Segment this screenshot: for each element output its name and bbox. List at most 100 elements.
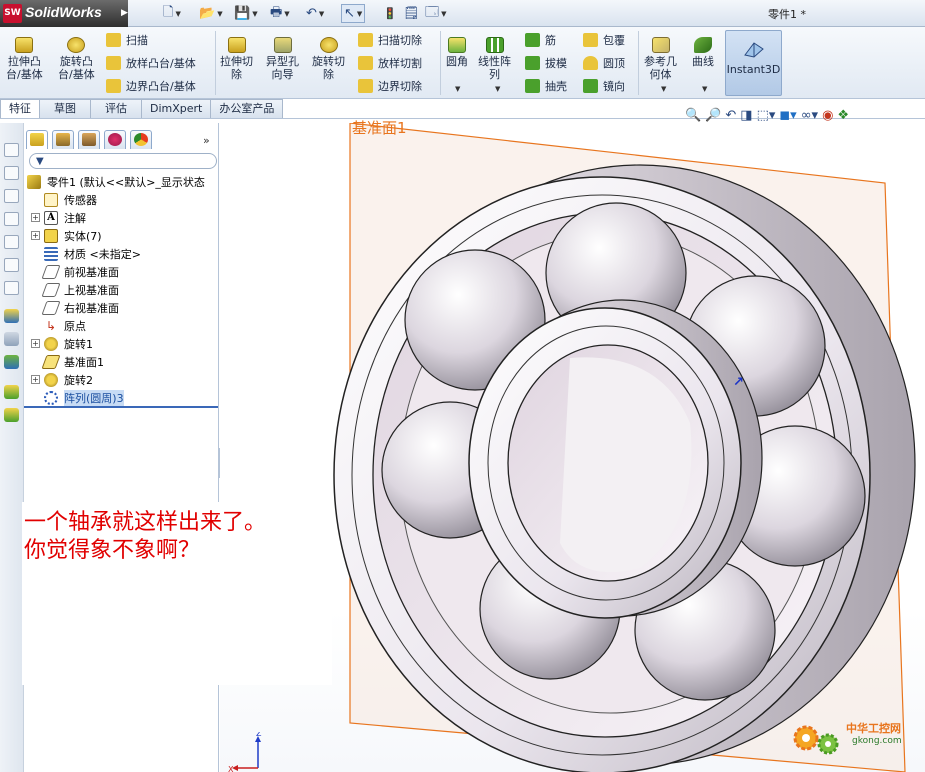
display-style-icon[interactable]: ◼▾ [779,108,796,123]
undo-button[interactable]: ↶ ▼ [306,4,324,23]
tab-property-manager[interactable] [52,130,74,149]
pattern-dropdown-icon[interactable]: ▼ [495,85,500,93]
strip-smart-dimension-icon[interactable] [4,332,19,346]
linear-pattern-button[interactable]: 线性阵 列 [478,37,511,81]
save-button[interactable]: 💾 ▼ [234,4,258,23]
strip-fillet-icon[interactable] [4,212,19,226]
property-manager-icon [56,133,70,146]
tree-root-part[interactable]: 零件1 (默认<<默认>_显示状态 [27,173,205,190]
tab-evaluate[interactable]: 评估 [90,99,142,118]
tree-item-front-plane[interactable]: 前视基准面 [41,263,119,280]
swept-cut-button[interactable]: 扫描切除 [358,31,422,49]
section-view-icon[interactable]: ◨ [740,108,752,123]
tree-item-origin[interactable]: ↳ 原点 [44,317,86,334]
strip-revolve-icon[interactable] [4,189,19,203]
tree-item-plane1[interactable]: 基准面1 [41,353,104,370]
apply-scene-icon[interactable]: ❖ [837,108,849,123]
zoom-to-fit-icon[interactable]: 🔍 [685,108,701,123]
hole-wizard-icon [273,37,292,53]
boundary-boss-button[interactable]: 边界凸台/基体 [106,77,196,95]
tab-dimxpert[interactable]: DimXpert [141,99,212,118]
select-button[interactable]: ↖ ▼ [341,4,366,23]
tab-display-manager[interactable] [130,130,152,149]
rebuild-button[interactable]: 🚦 [383,4,397,23]
mouse-cursor-icon: ↗ [733,375,744,390]
ref-geometry-dropdown-icon[interactable]: ▼ [661,85,666,93]
tree-item-sensors[interactable]: 传感器 [44,191,97,208]
zoom-to-area-icon[interactable]: 🔎 [705,108,721,123]
extrude-boss-button[interactable]: 拉伸凸 台/基体 [6,37,43,81]
instant3d-icon [742,39,766,59]
rib-button[interactable]: 筋 [525,31,556,49]
sweep-button[interactable]: 扫描 [106,31,148,49]
expand-icon[interactable]: + [31,375,40,384]
strip-draft-icon[interactable] [4,281,19,295]
tree-item-material[interactable]: 材质 <未指定> [44,245,141,262]
revolve-boss-button[interactable]: 旋转凸 台/基体 [58,37,95,81]
hide-show-items-icon[interactable]: ∞▾ [801,108,818,123]
options-button[interactable]: 🗔 ▼ [425,4,446,23]
view-orientation-icon[interactable]: ⬚▾ [757,108,776,123]
previous-view-icon[interactable]: ↶ [725,108,736,123]
tab-office-products[interactable]: 办公室产品 [210,99,284,118]
extrude-cut-button[interactable]: 拉伸切 除 [220,37,253,81]
fillet-dropdown-icon[interactable]: ▼ [455,85,460,93]
strip-relations-icon[interactable] [4,355,19,369]
plane-icon [41,282,61,297]
tree-item-circular-pattern3[interactable]: 阵列(圆周)3 [44,389,124,406]
tree-item-solid-bodies[interactable]: + 实体(7) [31,227,102,244]
curves-dropdown-icon[interactable]: ▼ [702,85,707,93]
draft-button[interactable]: 拔模 [525,54,567,72]
app-logo[interactable]: SW SolidWorks ▶ [0,0,128,27]
open-button[interactable]: 📂 ▼ [199,4,223,23]
strip-chamfer-icon[interactable] [4,235,19,249]
tab-sketch[interactable]: 草图 [39,99,91,118]
feature-tree-filter[interactable]: ▼ [29,153,217,169]
print-button[interactable]: 🖶 ▼ [270,4,290,23]
revolve-cut-button[interactable]: 旋转切 除 [312,37,345,81]
dome-button[interactable]: 圆顶 [583,54,625,72]
tree-item-revolve2[interactable]: + 旋转2 [31,371,93,388]
tab-feature-tree[interactable] [26,130,48,149]
strip-sketch-icon[interactable] [4,309,19,323]
loft-button[interactable]: 放样凸台/基体 [106,54,196,72]
strip-assembly-icon[interactable] [4,385,19,399]
boundary-cut-button[interactable]: 边界切除 [358,77,422,95]
more-tabs-icon[interactable]: » [203,134,210,147]
tab-features[interactable]: 特征 [0,99,40,118]
new-document-icon: 🗋 [163,4,174,20]
new-document-button[interactable]: 🗋 ▼ [163,4,181,23]
lofted-cut-button[interactable]: 放样切割 [358,54,422,72]
expand-icon[interactable]: + [31,231,40,240]
revolve-feature-icon [44,372,58,387]
mirror-button[interactable]: 镜向 [583,77,625,95]
strip-cut-icon[interactable] [4,166,19,180]
instant3d-button[interactable]: Instant3D [725,30,782,96]
left-icon-strip [0,123,24,772]
shell-button[interactable]: 抽壳 [525,77,567,95]
expand-icon[interactable]: + [31,213,40,222]
sensor-icon [44,192,58,207]
hole-wizard-button[interactable]: 异型孔 向导 [266,37,299,81]
menu-arrow-icon[interactable]: ▶ [121,8,128,18]
curves-button[interactable]: 曲线 [692,37,714,68]
file-properties-button[interactable]: 🗒 [403,4,420,23]
strip-shell-icon[interactable] [4,258,19,272]
strip-pattern-icon[interactable] [4,408,19,422]
strip-extrude-icon[interactable] [4,143,19,157]
file-properties-icon: 🗒 [403,6,420,21]
rebuild-traffic-light-icon: 🚦 [383,7,397,20]
wrap-button[interactable]: 包覆 [583,31,625,49]
note-line-2: 你觉得象不象啊？ [24,538,201,563]
edit-appearance-icon[interactable]: ◉ [822,108,833,123]
tree-item-revolve1[interactable]: + 旋转1 [31,335,93,352]
reference-geometry-button[interactable]: 参考几 何体 [644,37,677,81]
expand-icon[interactable]: + [31,339,40,348]
tree-item-right-plane[interactable]: 右视基准面 [41,299,119,316]
tree-item-annotations[interactable]: + A 注解 [31,209,86,226]
tab-configuration-manager[interactable] [78,130,100,149]
fillet-button[interactable]: 圆角 [446,37,468,68]
tab-dimxpert-manager[interactable] [104,130,126,149]
axis-triad: Z X [228,729,268,772]
tree-item-top-plane[interactable]: 上视基准面 [41,281,119,298]
